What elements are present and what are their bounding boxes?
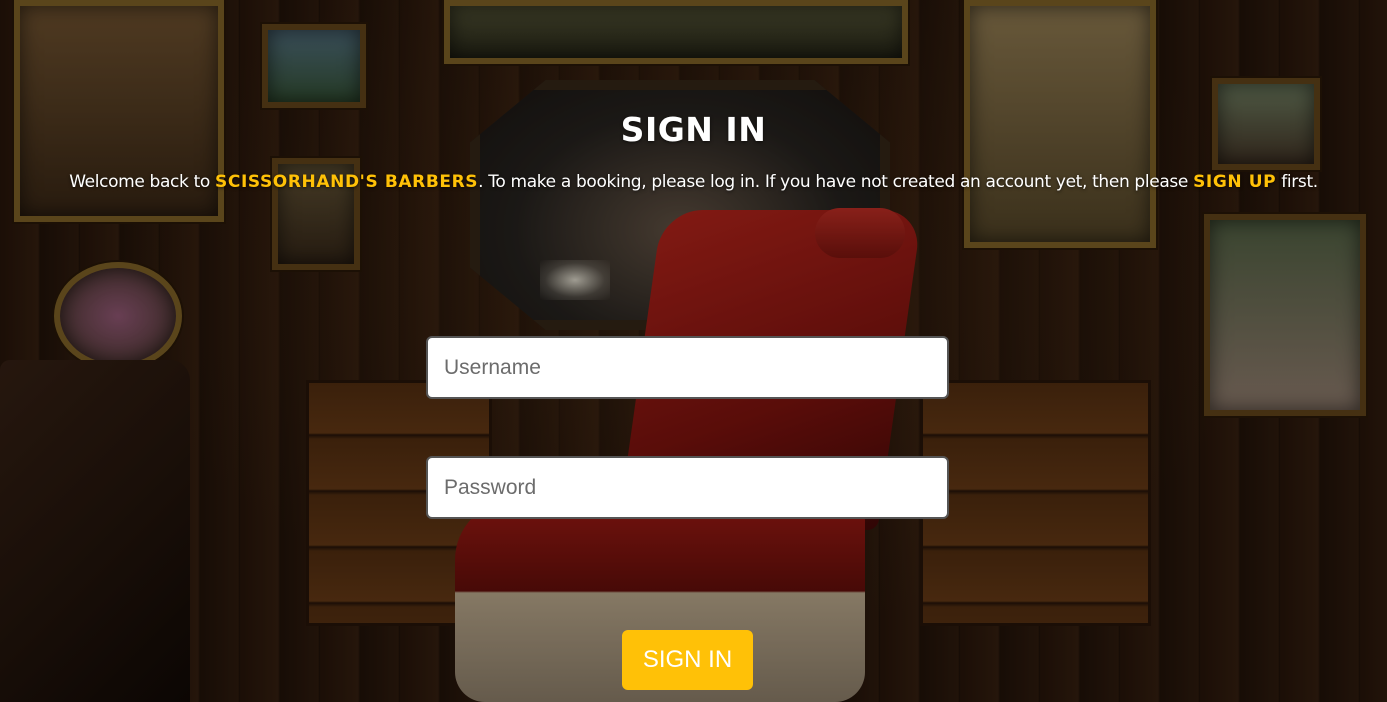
intro-text: Welcome back to SCISSORHAND'S BARBERS. T… <box>0 170 1387 194</box>
password-input[interactable] <box>426 456 949 519</box>
sign-in-button[interactable]: SIGN IN <box>622 630 753 690</box>
intro-text-middle: . To make a booking, please log in. If y… <box>478 172 1194 192</box>
username-input[interactable] <box>426 336 949 399</box>
sign-in-page: SIGN IN Welcome back to SCISSORHAND'S BA… <box>0 0 1387 702</box>
sign-in-container: SIGN IN Welcome back to SCISSORHAND'S BA… <box>0 0 1387 702</box>
intro-text-after: first. <box>1276 172 1318 192</box>
brand-name: SCISSORHAND'S BARBERS <box>215 172 479 192</box>
page-title: SIGN IN <box>620 110 767 149</box>
intro-text-before: Welcome back to <box>69 172 216 192</box>
sign-up-link[interactable]: SIGN UP <box>1193 172 1276 192</box>
